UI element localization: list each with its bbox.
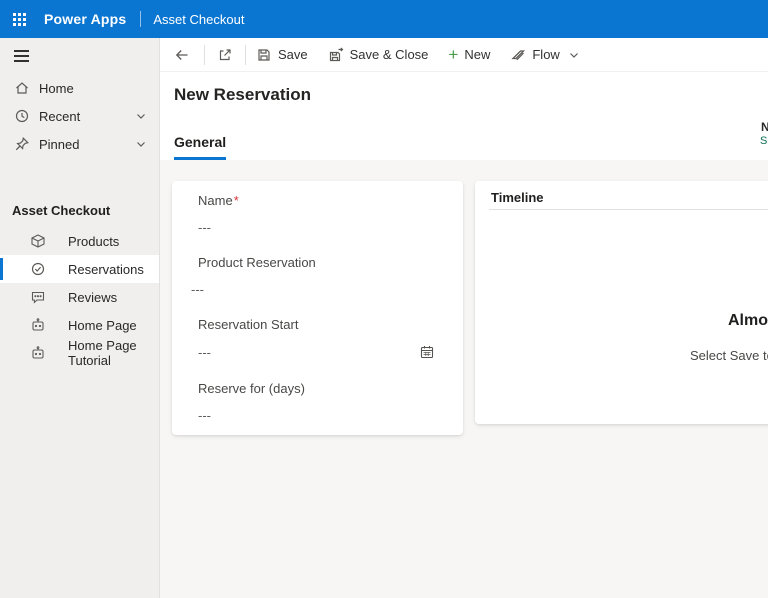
- back-button[interactable]: [160, 38, 204, 71]
- flow-label: Flow: [532, 47, 559, 62]
- clipped-header-field-label: N: [761, 120, 768, 134]
- plus-icon: +: [448, 47, 458, 63]
- site-map-sidebar: Home Recent Pinned Asse: [0, 38, 160, 598]
- powerapps-logo-text[interactable]: Power Apps: [44, 11, 126, 27]
- pin-icon: [14, 136, 30, 152]
- field-value: ---: [198, 345, 211, 360]
- sidebar-item-label: Reviews: [68, 290, 117, 305]
- sidebar-item-home[interactable]: Home: [0, 74, 159, 102]
- sidebar-item-home-page-tutorial[interactable]: Home Page Tutorial: [0, 339, 159, 367]
- field-label: Product Reservation: [198, 255, 439, 270]
- popout-form-button[interactable]: [205, 38, 245, 71]
- page-title: New Reservation: [174, 85, 311, 105]
- back-arrow-icon: [174, 47, 190, 63]
- sidebar-item-label: Home Page: [68, 318, 137, 333]
- home-icon: [14, 80, 30, 96]
- check-circle-icon: [30, 261, 46, 277]
- app-context-label: Asset Checkout: [153, 12, 244, 27]
- form-section-card: Name* --- Product Reservation --- Reserv…: [172, 181, 463, 435]
- field-value-input[interactable]: ---: [198, 344, 439, 360]
- save-icon: [256, 47, 272, 63]
- save-button[interactable]: Save: [246, 38, 318, 71]
- flow-button[interactable]: Flow: [500, 38, 589, 71]
- field-name: Name* ---: [198, 193, 439, 235]
- power-apps-window: Power Apps Asset Checkout Home Recent: [0, 0, 768, 598]
- clipped-header-field-value: S: [760, 135, 768, 147]
- flow-icon: [510, 47, 526, 63]
- timeline-divider: [489, 209, 768, 210]
- save-close-label: Save & Close: [350, 47, 429, 62]
- field-reserve-for-days: Reserve for (days) ---: [198, 381, 439, 423]
- save-label: Save: [278, 47, 308, 62]
- waffle-menu-icon[interactable]: [0, 0, 38, 38]
- sidebar-item-label: Home: [39, 81, 74, 96]
- form-header: New Reservation N S General: [160, 73, 768, 160]
- new-label: New: [464, 47, 490, 62]
- hamburger-icon: [14, 47, 29, 65]
- sidebar-item-label: Home Page Tutorial: [68, 338, 159, 368]
- field-label: Name*: [198, 193, 439, 208]
- save-close-icon: [328, 47, 344, 63]
- save-and-close-button[interactable]: Save & Close: [318, 38, 439, 71]
- timeline-empty-subtext: Select Save to see your timeline: [690, 348, 768, 363]
- tab-general[interactable]: General: [174, 134, 226, 160]
- chevron-down-icon: [568, 49, 580, 61]
- chevron-down-icon[interactable]: [135, 138, 147, 150]
- field-value: ---: [198, 408, 211, 423]
- bot-page-icon: [30, 317, 46, 333]
- field-value: ---: [191, 282, 204, 297]
- topbar-separator: [140, 11, 141, 27]
- sidebar-item-reviews[interactable]: Reviews: [0, 283, 159, 311]
- field-value-input[interactable]: ---: [191, 282, 439, 297]
- field-product-reservation: Product Reservation ---: [198, 255, 439, 297]
- sidebar-item-label: Products: [68, 234, 119, 249]
- command-bar: Save Save & Close + New Flow: [160, 38, 768, 72]
- clock-icon: [14, 108, 30, 124]
- timeline-card: Timeline Almost there Select Save to see…: [475, 181, 768, 424]
- sidebar-item-label: Recent: [39, 109, 80, 124]
- sidebar-item-label: Pinned: [39, 137, 79, 152]
- collapse-sitemap-button[interactable]: [0, 38, 44, 74]
- chevron-down-icon[interactable]: [135, 110, 147, 122]
- field-value-input[interactable]: ---: [198, 408, 439, 423]
- field-label: Reserve for (days): [198, 381, 439, 396]
- form-body: Name* --- Product Reservation --- Reserv…: [160, 160, 768, 598]
- calendar-icon[interactable]: [419, 344, 435, 360]
- sidebar-item-home-page[interactable]: Home Page: [0, 311, 159, 339]
- timeline-title: Timeline: [491, 190, 544, 205]
- timeline-empty-headline: Almost there: [728, 312, 768, 330]
- main-pane: Save Save & Close + New Flow: [160, 38, 768, 598]
- sidebar-item-label: Reservations: [68, 262, 144, 277]
- field-value-input[interactable]: ---: [198, 220, 439, 235]
- new-button[interactable]: + New: [438, 38, 500, 71]
- field-value: ---: [198, 220, 211, 235]
- popout-icon: [217, 47, 233, 63]
- field-label: Reservation Start: [198, 317, 439, 332]
- sidebar-item-reservations[interactable]: Reservations: [0, 255, 159, 283]
- sidebar-item-products[interactable]: Products: [0, 227, 159, 255]
- sidebar-item-recent[interactable]: Recent: [0, 102, 159, 130]
- field-reservation-start: Reservation Start ---: [198, 317, 439, 360]
- comment-icon: [30, 289, 46, 305]
- top-app-bar: Power Apps Asset Checkout: [0, 0, 768, 38]
- required-asterisk: *: [234, 193, 239, 208]
- app-launcher-grid-icon: [13, 13, 26, 26]
- sidebar-item-pinned[interactable]: Pinned: [0, 130, 159, 158]
- bot-page-icon: [30, 345, 46, 361]
- cube-icon: [30, 233, 46, 249]
- sitemap-group-title: Asset Checkout: [12, 203, 110, 218]
